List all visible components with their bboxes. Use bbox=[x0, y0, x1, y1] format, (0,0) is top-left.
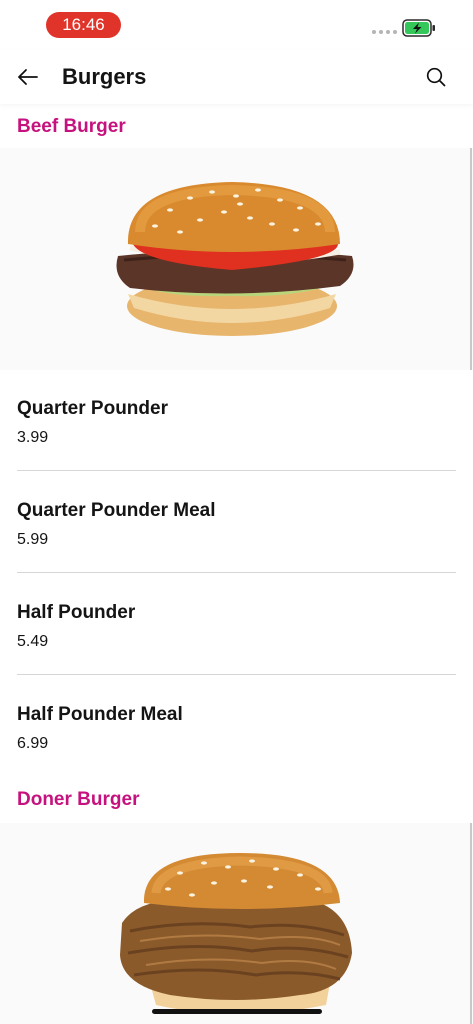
status-bar: 16:46 bbox=[0, 0, 473, 50]
divider bbox=[17, 674, 456, 675]
app-header: Burgers bbox=[0, 50, 473, 104]
beef-burger-image bbox=[0, 148, 473, 370]
battery-charging-icon bbox=[402, 19, 435, 37]
section-title-doner-burger: Doner Burger bbox=[17, 789, 140, 810]
divider bbox=[17, 572, 456, 573]
search-icon bbox=[426, 67, 446, 87]
item-name: Quarter Pounder Meal bbox=[17, 500, 216, 521]
signal-icon bbox=[372, 30, 397, 34]
image-scroll-indicator bbox=[470, 148, 472, 370]
section-title-beef-burger: Beef Burger bbox=[17, 116, 126, 137]
item-name: Half Pounder Meal bbox=[17, 704, 183, 725]
image-scroll-indicator bbox=[470, 823, 472, 1024]
back-button[interactable] bbox=[12, 61, 44, 93]
item-price: 6.99 bbox=[17, 735, 49, 752]
item-name: Quarter Pounder bbox=[17, 398, 168, 419]
item-price: 3.99 bbox=[17, 429, 49, 446]
status-time: 16:46 bbox=[46, 12, 121, 38]
divider bbox=[17, 470, 456, 471]
item-price: 5.49 bbox=[17, 633, 49, 650]
page-title: Burgers bbox=[62, 64, 147, 89]
home-indicator[interactable] bbox=[152, 1009, 322, 1014]
arrow-left-icon bbox=[18, 69, 38, 85]
search-button[interactable] bbox=[420, 61, 452, 93]
item-name: Half Pounder bbox=[17, 602, 136, 623]
doner-burger-image bbox=[0, 823, 473, 1024]
item-price: 5.99 bbox=[17, 531, 49, 548]
